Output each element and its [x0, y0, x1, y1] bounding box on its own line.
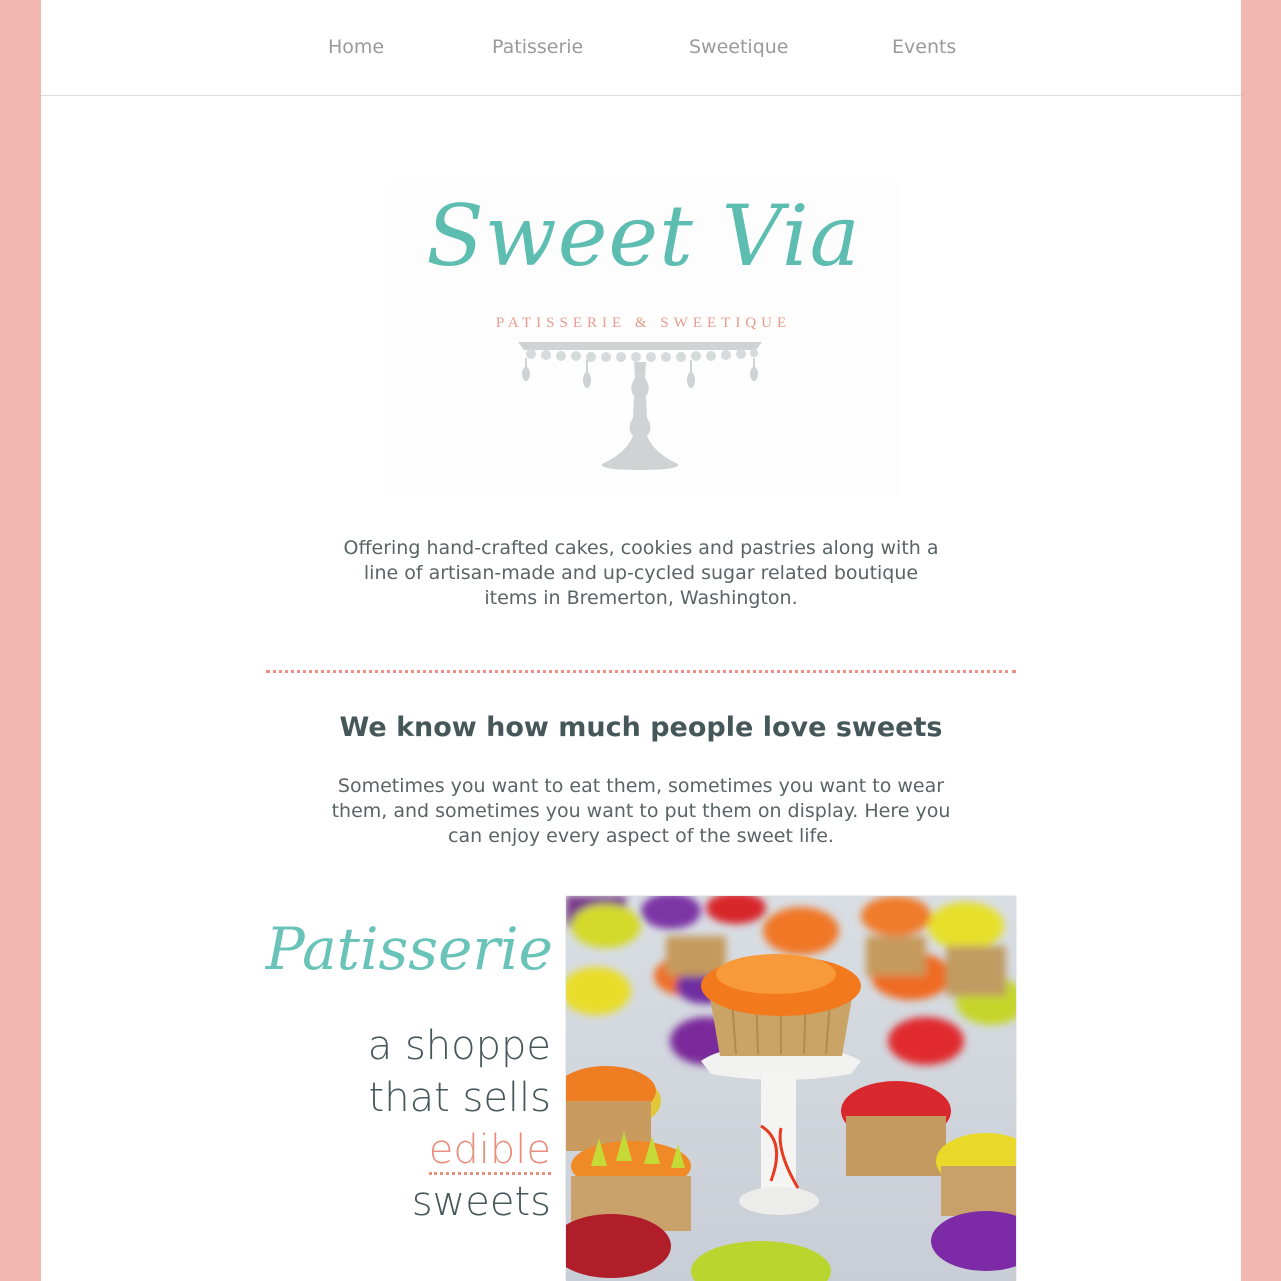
top-navigation: Home Patisserie Sweetique Events [41, 0, 1241, 96]
nav-events-link[interactable]: Events [892, 36, 956, 58]
nav-patisserie-link[interactable]: Patisserie [492, 36, 583, 58]
logo-script-text: Sweet Via [426, 187, 861, 285]
cupcakes-image [566, 896, 1016, 1281]
section-headline: We know how much people love sweets [339, 712, 943, 743]
nav-sweetique-link[interactable]: Sweetique [689, 36, 789, 58]
tagline-line-2: that sells [368, 1075, 551, 1121]
tagline-line-1: a shoppe [367, 1023, 551, 1069]
tagline-line-3: sweets [411, 1179, 551, 1225]
tagline-accent-word: edible [428, 1127, 551, 1175]
about-paragraph: Sometimes you want to eat them, sometime… [331, 775, 951, 847]
patisserie-tagline: a shoppe that sells edible sweets [241, 1020, 551, 1228]
patisserie-title[interactable]: Patisserie [241, 915, 553, 983]
intro-paragraph: Offering hand-crafted cakes, cookies and… [343, 537, 939, 609]
cake-stand-icon [518, 342, 762, 470]
sweet-via-logo: Sweet Via PATISSERIE & SWEETIQUE [386, 183, 901, 496]
page-card: Home Patisserie Sweetique Events Sweet V… [41, 0, 1241, 1281]
logo-subtitle: PATISSERIE & SWEETIQUE [495, 315, 792, 331]
nav-home-link[interactable]: Home [328, 36, 384, 58]
dotted-divider [266, 670, 1016, 673]
cupcakes-photo[interactable] [566, 896, 1016, 1281]
